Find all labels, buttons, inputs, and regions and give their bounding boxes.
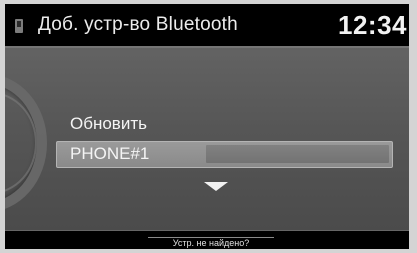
phone-icon <box>15 19 23 33</box>
device-frame: Доб. устр-во Bluetooth 12:34 Обновить PH… <box>0 0 417 253</box>
refresh-label: Обновить <box>70 114 147 133</box>
page-title: Доб. устр-во Bluetooth <box>38 14 238 35</box>
footer-divider <box>5 230 409 231</box>
header-bar: Доб. устр-во Bluetooth 12:34 <box>5 4 409 46</box>
panel-top-edge <box>5 46 409 48</box>
clock: 12:34 <box>338 10 407 40</box>
device-list-panel: Обновить PHONE#1 <box>5 46 409 230</box>
device-label: PHONE#1 <box>70 144 150 163</box>
chevron-down-icon[interactable] <box>204 182 228 191</box>
device-not-found-button[interactable]: Устр. не найдено? <box>148 237 274 249</box>
refresh-item[interactable]: Обновить <box>56 111 393 138</box>
screen: Доб. устр-во Bluetooth 12:34 Обновить PH… <box>5 4 409 249</box>
device-item-phone1[interactable]: PHONE#1 <box>56 141 393 168</box>
selection-bar <box>206 145 389 163</box>
